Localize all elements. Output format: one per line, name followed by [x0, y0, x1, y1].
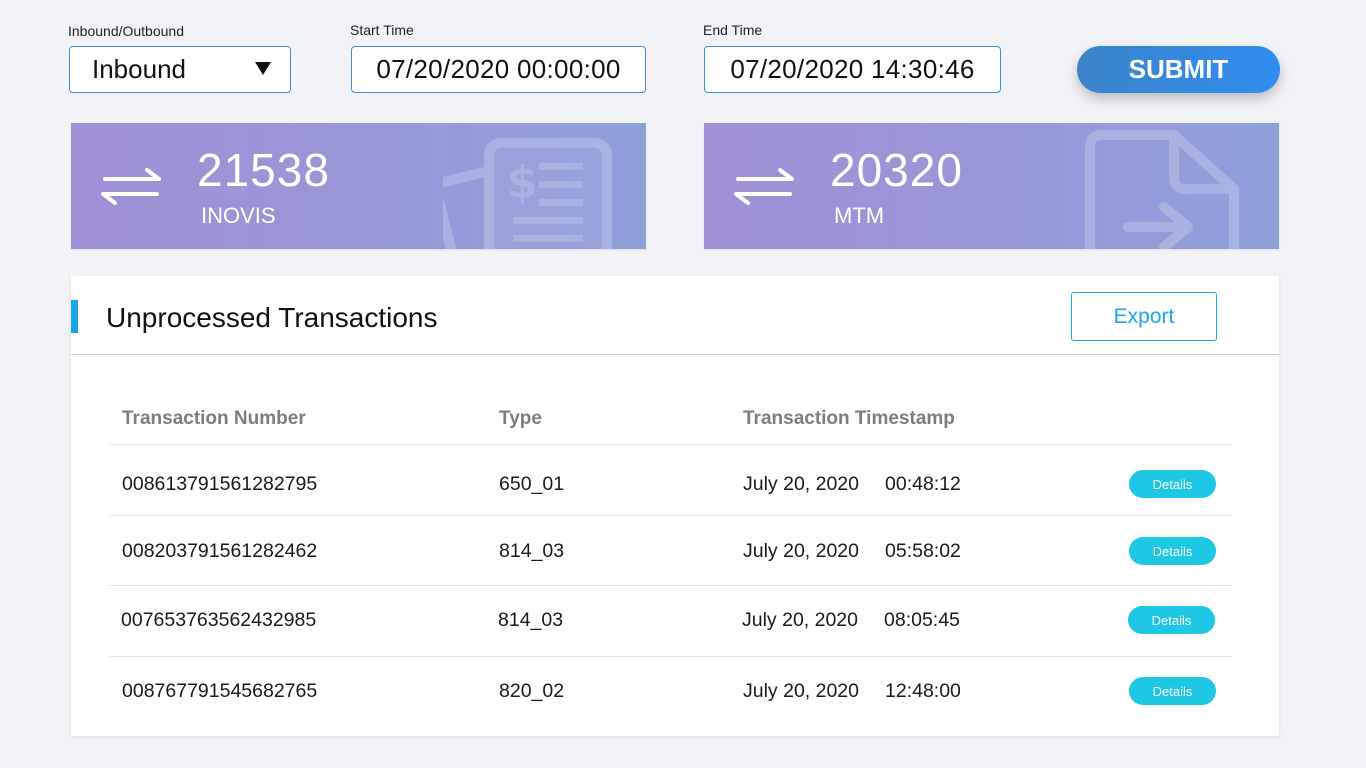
divider — [109, 444, 1233, 445]
table-row: 008767791545682765 820_02 July 20, 2020 … — [71, 661, 1279, 721]
transaction-number: 008203791561282462 — [122, 539, 318, 562]
table-row: 008613791561282795 650_01 July 20, 2020 … — [71, 454, 1279, 514]
transaction-date: July 20, 2020 — [742, 608, 859, 631]
inovis-count: 21538 — [197, 144, 330, 196]
details-button[interactable]: Details — [1129, 537, 1216, 565]
divider — [109, 515, 1233, 516]
direction-value: Inbound — [92, 54, 186, 84]
direction-label: Inbound/Outbound — [68, 23, 184, 39]
transaction-type: 814_03 — [499, 539, 565, 562]
caret-down-icon — [255, 62, 271, 75]
start-time-value: 07/20/2020 00:00:00 — [376, 54, 621, 84]
svg-text:$: $ — [507, 157, 538, 208]
table-row: 008203791561282462 814_03 July 20, 2020 … — [71, 521, 1279, 581]
panel-title: Unprocessed Transactions — [106, 302, 438, 333]
divider — [71, 354, 1279, 355]
summary-card-mtm: 20320 MTM — [704, 123, 1279, 249]
summary-card-inovis: $ 21538 INOVIS — [71, 123, 646, 249]
file-transfer-icon — [1085, 130, 1239, 249]
inovis-label: INOVIS — [201, 203, 276, 228]
details-button[interactable]: Details — [1129, 470, 1216, 498]
transaction-number: 008767791545682765 — [122, 679, 318, 702]
export-button[interactable]: Export — [1071, 292, 1217, 341]
transaction-time: 12:48:00 — [885, 679, 961, 702]
transaction-date: July 20, 2020 — [743, 539, 860, 562]
mtm-label: MTM — [834, 203, 885, 228]
title-accent-bar — [71, 300, 78, 333]
swap-arrows-icon — [101, 168, 161, 205]
end-time-input[interactable]: 07/20/2020 14:30:46 — [704, 46, 1001, 93]
details-button[interactable]: Details — [1128, 606, 1215, 634]
column-header-timestamp: Transaction Timestamp — [743, 408, 955, 429]
start-time-label: Start Time — [350, 22, 414, 38]
transaction-number: 007653763562432985 — [121, 608, 317, 631]
column-header-transaction-number: Transaction Number — [122, 408, 306, 429]
transaction-time: 05:58:02 — [885, 539, 961, 562]
table-row: 007653763562432985 814_03 July 20, 2020 … — [71, 590, 1279, 650]
submit-button[interactable]: SUBMIT — [1077, 46, 1280, 93]
invoice-icon: $ — [443, 138, 612, 249]
transaction-type: 820_02 — [499, 679, 565, 702]
details-button[interactable]: Details — [1129, 677, 1216, 705]
transaction-time: 08:05:45 — [884, 608, 960, 631]
start-time-input[interactable]: 07/20/2020 00:00:00 — [351, 46, 646, 93]
transaction-time: 00:48:12 — [885, 472, 961, 495]
transaction-date: July 20, 2020 — [743, 472, 860, 495]
swap-arrows-icon — [734, 168, 794, 205]
transaction-date: July 20, 2020 — [743, 679, 860, 702]
divider — [109, 585, 1233, 586]
column-header-type: Type — [499, 408, 542, 429]
transaction-number: 008613791561282795 — [122, 472, 318, 495]
transaction-type: 650_01 — [499, 472, 565, 495]
mtm-count: 20320 — [830, 144, 963, 196]
transaction-type: 814_03 — [498, 608, 564, 631]
unprocessed-transactions-panel: Unprocessed Transactions Export Transact… — [71, 276, 1279, 736]
direction-select[interactable]: Inbound — [69, 46, 291, 93]
divider — [109, 656, 1233, 657]
end-time-label: End Time — [703, 22, 763, 38]
end-time-value: 07/20/2020 14:30:46 — [730, 54, 975, 84]
